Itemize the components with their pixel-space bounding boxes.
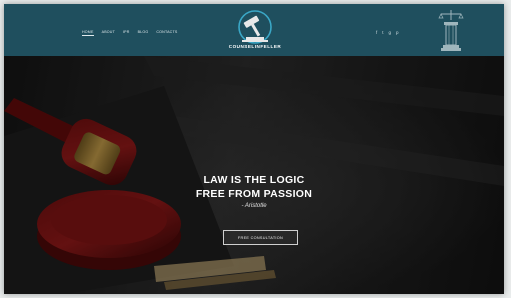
nav-home-link[interactable]: HOME	[82, 30, 94, 36]
free-consultation-button[interactable]: FREE CONSULTATION	[223, 230, 298, 245]
nav-blog-link[interactable]: BLOG	[138, 30, 149, 36]
nav-contacts-link[interactable]: CONTACTS	[156, 30, 177, 36]
logo-text: COUNSELINFELLER	[228, 44, 282, 49]
social-links: f t g p	[376, 30, 399, 35]
hero-section: LAW IS THE LOGIC FREE FROM PASSION - Ari…	[4, 56, 504, 294]
site-header: HOME ABOUT IPR BLOG CONTACTS COUNSELINFE…	[4, 4, 504, 56]
quote-author: - Aristotle	[241, 203, 267, 209]
facebook-icon[interactable]: f	[376, 30, 377, 35]
nav-ipr-link[interactable]: IPR	[123, 30, 130, 36]
google-plus-icon[interactable]: g	[389, 30, 392, 35]
site-logo[interactable]: COUNSELINFELLER	[218, 8, 292, 54]
website-page: HOME ABOUT IPR BLOG CONTACTS COUNSELINFE…	[4, 4, 504, 294]
twitter-icon[interactable]: t	[382, 30, 383, 35]
pinterest-icon[interactable]: p	[396, 30, 399, 35]
nav-about-link[interactable]: ABOUT	[102, 30, 115, 36]
justice-pillar-icon	[438, 10, 464, 51]
main-nav: HOME ABOUT IPR BLOG CONTACTS	[82, 30, 177, 36]
headline-line-2: FREE FROM PASSION	[195, 188, 313, 200]
hero-headline: LAW IS THE LOGIC FREE FROM PASSION	[154, 173, 354, 201]
headline-line-1: LAW IS THE LOGIC	[203, 174, 305, 186]
